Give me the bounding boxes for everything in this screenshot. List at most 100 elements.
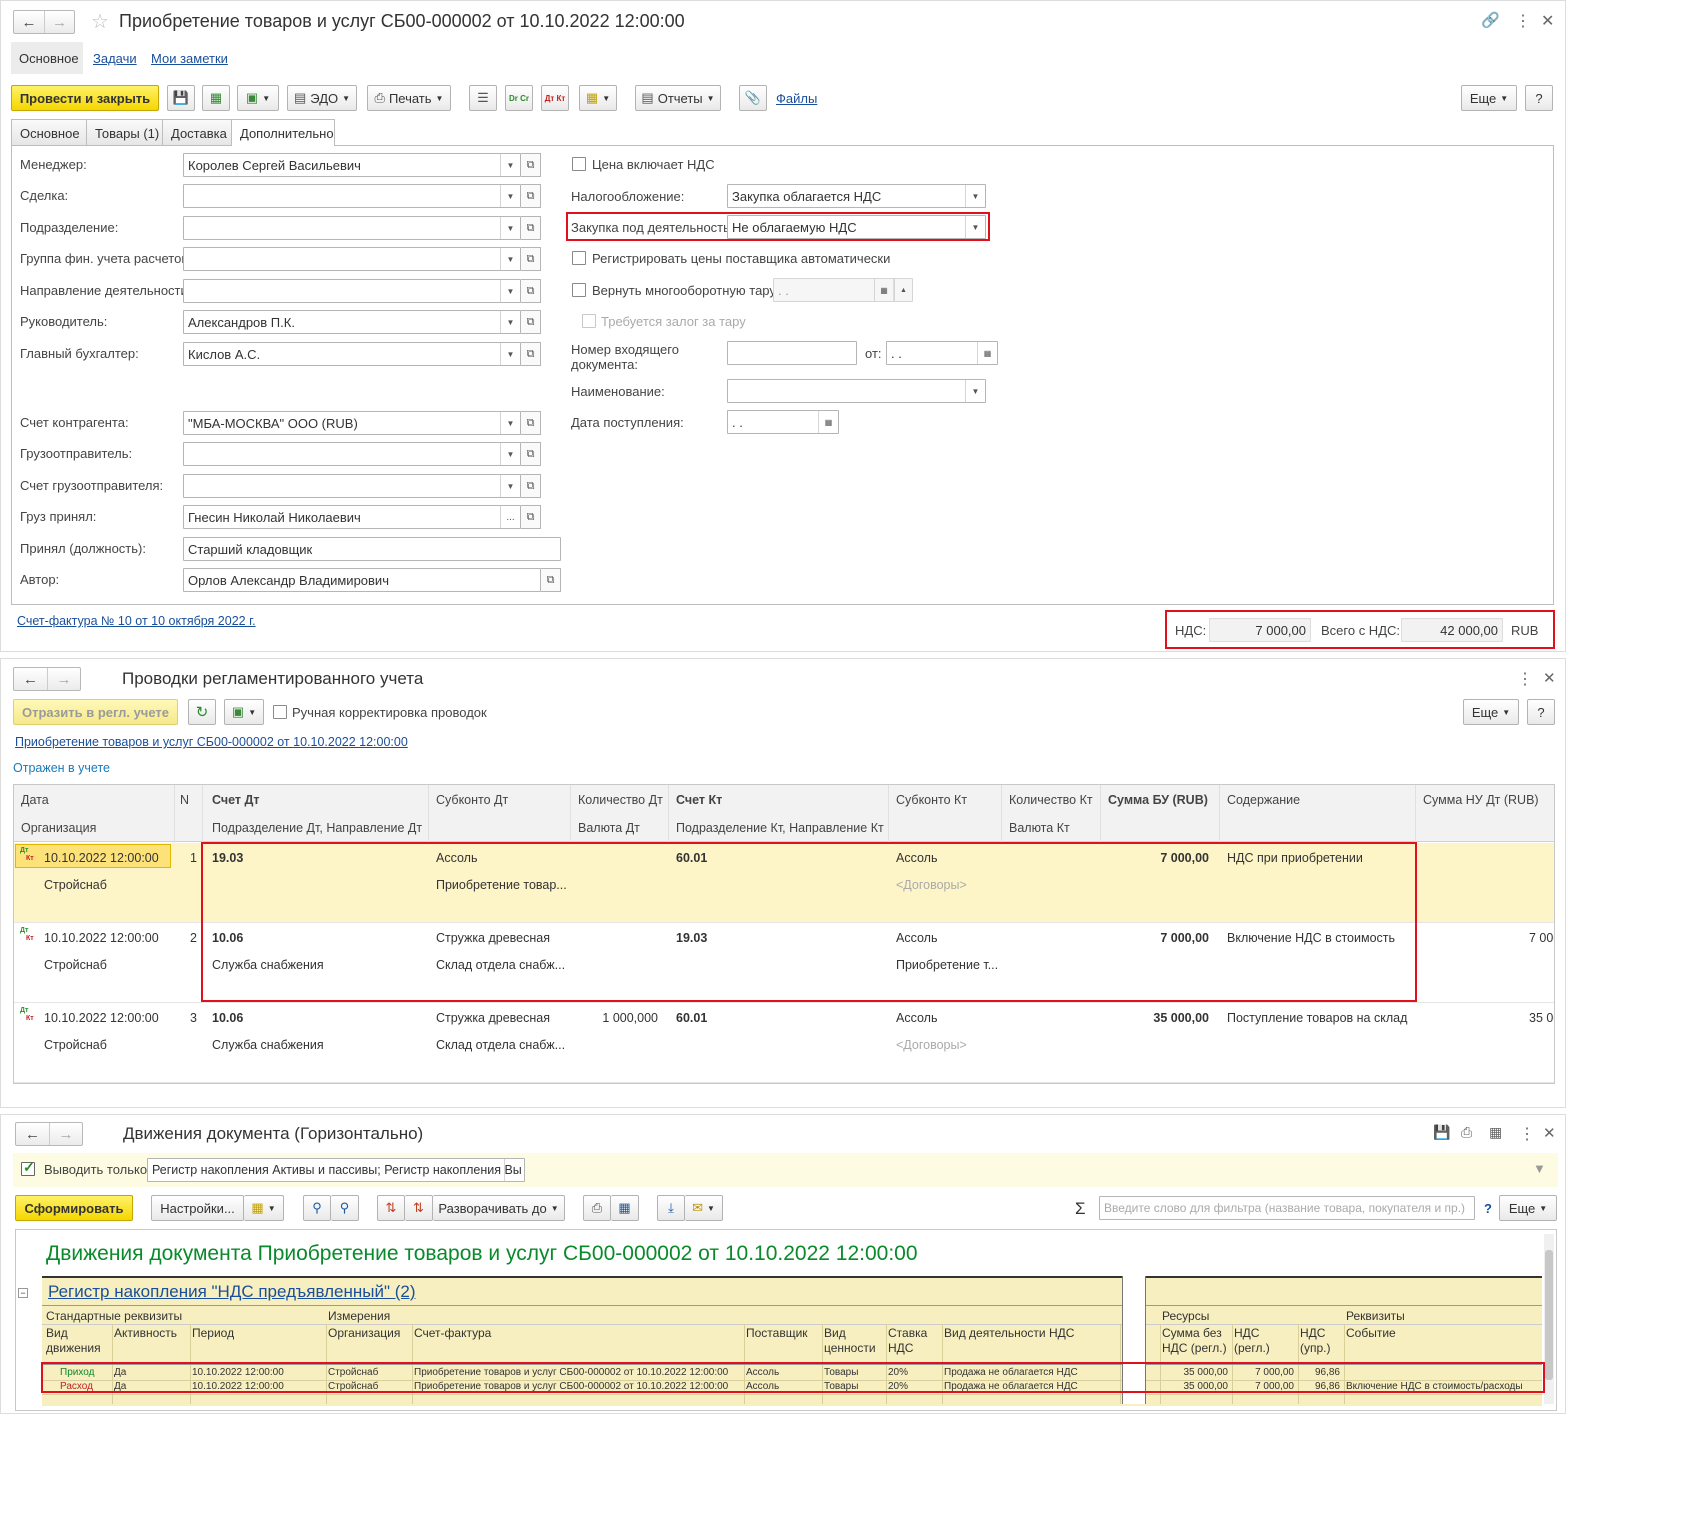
col-dept-dt[interactable]: Подразделение Дт, Направление Дт xyxy=(212,821,422,835)
field-input[interactable]: Кислов А.С. ▼ xyxy=(183,342,521,366)
col-dt[interactable]: Счет Дт xyxy=(212,793,260,807)
calendar-icon[interactable]: ▦ xyxy=(977,342,997,364)
preview-icon[interactable]: ▦ xyxy=(1489,1124,1502,1141)
form-tab-additional[interactable]: Дополнительно xyxy=(231,119,335,146)
field-input[interactable]: ▼ xyxy=(183,216,521,240)
files-link[interactable]: Файлы xyxy=(776,91,817,106)
drcr-button[interactable]: Dr Cr xyxy=(505,85,533,111)
expand-to-button[interactable]: Разворачивать до ▼ xyxy=(433,1195,565,1221)
chevron-down-icon[interactable]: ▼ xyxy=(500,443,520,465)
chevron-down-icon[interactable]: ▼ xyxy=(500,217,520,239)
chevron-down-icon[interactable]: ▼ xyxy=(965,216,985,238)
open-icon[interactable]: ⧉ xyxy=(521,505,541,529)
form-tab-delivery[interactable]: Доставка xyxy=(162,119,236,145)
chevron-down-icon[interactable]: ▼ xyxy=(500,154,520,176)
chevron-down-icon[interactable]: ▼ xyxy=(500,475,520,497)
more-vert-icon[interactable]: ⋮ xyxy=(1517,669,1533,689)
help-button[interactable]: ? xyxy=(1527,699,1555,725)
col-n[interactable]: N xyxy=(180,793,189,807)
more-button[interactable]: Еще ▼ xyxy=(1461,85,1517,111)
open-icon[interactable]: ⧉ xyxy=(521,342,541,366)
field-input[interactable]: ▼ xyxy=(183,184,521,208)
return-tare-date[interactable]: . . ▦ ▲ xyxy=(773,278,913,302)
col-dept-kt[interactable]: Подразделение Кт, Направление Кт xyxy=(676,821,884,835)
download-button[interactable]: ⤓ xyxy=(657,1195,685,1221)
price-incl-vat-checkbox[interactable] xyxy=(572,157,586,171)
close-icon[interactable]: ✕ xyxy=(1541,11,1554,31)
save-button[interactable]: 💾 xyxy=(167,85,195,111)
incoming-date-input[interactable]: . . ▦ xyxy=(886,341,998,365)
col-curr-dt[interactable]: Валюта Дт xyxy=(578,821,640,835)
col-curr-kt[interactable]: Валюта Кт xyxy=(1009,821,1070,835)
open-icon[interactable]: ⧉ xyxy=(521,310,541,334)
chevron-down-icon[interactable]: ▼ xyxy=(500,311,520,333)
post-close-button[interactable]: Провести и закрыть xyxy=(11,85,159,111)
open-icon[interactable]: ⧉ xyxy=(521,474,541,498)
tab-tasks[interactable]: Задачи xyxy=(93,51,137,66)
chevron-down-icon[interactable]: ▼ xyxy=(500,412,520,434)
form-tab-goods[interactable]: Товары (1) xyxy=(86,119,169,145)
only-input[interactable]: Регистр накопления Активы и пассивы; Рег… xyxy=(147,1158,525,1182)
create-based-button[interactable]: ▣ ▼ xyxy=(224,699,264,725)
settings-button[interactable]: Настройки... xyxy=(151,1195,244,1221)
refresh-button[interactable]: ↻ xyxy=(188,699,216,725)
save-icon[interactable]: 💾 xyxy=(1433,1124,1450,1141)
taxation-select[interactable]: Закупка облагается НДС ▼ xyxy=(727,184,986,208)
more-button[interactable]: Еще ▼ xyxy=(1499,1195,1557,1221)
collapse-all-button[interactable]: ⇅ xyxy=(405,1195,433,1221)
open-icon[interactable]: ⧉ xyxy=(521,279,541,303)
calendar-icon[interactable]: ▦ xyxy=(818,411,838,433)
incoming-number-input[interactable] xyxy=(727,341,857,365)
open-icon[interactable]: ⧉ xyxy=(521,247,541,271)
field-input[interactable]: ▼ xyxy=(183,442,521,466)
reflect-button[interactable]: Отразить в регл. учете xyxy=(13,699,178,725)
back-icon[interactable]: ← xyxy=(14,11,44,33)
manual-checkbox[interactable] xyxy=(273,705,287,719)
col-subkt[interactable]: Субконто Кт xyxy=(896,793,967,807)
search-input[interactable]: Введите слово для фильтра (название това… xyxy=(1099,1196,1475,1220)
field-input[interactable]: "МБА-МОСКВА" ООО (RUB) ▼ xyxy=(183,411,521,435)
register-prices-checkbox[interactable] xyxy=(572,251,586,265)
print-button[interactable]: ⎙ Печать ▼ xyxy=(367,85,451,111)
more-vert-icon[interactable]: ⋮ xyxy=(1515,11,1531,31)
form-report-button[interactable]: Сформировать xyxy=(15,1195,133,1221)
open-icon[interactable]: ⧉ xyxy=(521,184,541,208)
chevron-down-icon[interactable]: ▼ xyxy=(500,185,520,207)
col-qtydt[interactable]: Количество Дт xyxy=(578,793,663,807)
printer-icon[interactable]: ⎙ xyxy=(1461,1124,1472,1141)
close-icon[interactable]: ✕ xyxy=(1543,1124,1556,1142)
form-tab-main[interactable]: Основное xyxy=(11,119,89,145)
nav-buttons[interactable]: ← → xyxy=(15,1122,83,1146)
star-icon[interactable]: ☆ xyxy=(91,9,109,34)
more-vert-icon[interactable]: ⋮ xyxy=(1519,1124,1535,1144)
register-title[interactable]: Регистр накопления "НДС предъявленный" (… xyxy=(48,1282,416,1302)
chevron-down-icon[interactable]: ▼ xyxy=(500,343,520,365)
chevron-down-icon[interactable]: ▼ xyxy=(500,280,520,302)
open-icon[interactable]: ⧉ xyxy=(521,442,541,466)
col-subdt[interactable]: Субконто Дт xyxy=(436,793,508,807)
col-kt[interactable]: Счет Кт xyxy=(676,793,722,807)
ellipsis-icon[interactable]: ... xyxy=(500,506,520,528)
field-input[interactable]: ▼ xyxy=(183,247,521,271)
chevron-down-icon[interactable]: ▼ xyxy=(965,185,985,207)
col-content[interactable]: Содержание xyxy=(1227,793,1300,807)
journal-button[interactable]: ☰ xyxy=(469,85,497,111)
col-qtykt[interactable]: Количество Кт xyxy=(1009,793,1093,807)
forward-icon[interactable]: → xyxy=(46,668,80,690)
attach-button[interactable]: 📎 xyxy=(739,85,767,111)
col-sum[interactable]: Сумма БУ (RUB) xyxy=(1108,793,1208,807)
tab-notes[interactable]: Мои заметки xyxy=(151,51,228,66)
create-based-button[interactable]: ▣ ▼ xyxy=(237,85,279,111)
print-button[interactable]: ⎙ xyxy=(583,1195,611,1221)
scrollbar[interactable] xyxy=(1544,1234,1554,1404)
link-icon[interactable]: 🔗 xyxy=(1481,11,1500,29)
table-row[interactable] xyxy=(42,1394,1542,1395)
chevron-down-icon[interactable]: ▼ xyxy=(965,380,985,402)
forward-icon[interactable]: → xyxy=(44,11,74,33)
name-select[interactable]: ▼ xyxy=(727,379,986,403)
open-icon[interactable]: ⧉ xyxy=(521,216,541,240)
receipt-date-input[interactable]: . . ▦ xyxy=(727,410,839,434)
open-icon[interactable]: ⧉ xyxy=(521,153,541,177)
field-input[interactable]: ▼ xyxy=(183,279,521,303)
more-button[interactable]: Еще ▼ xyxy=(1463,699,1519,725)
